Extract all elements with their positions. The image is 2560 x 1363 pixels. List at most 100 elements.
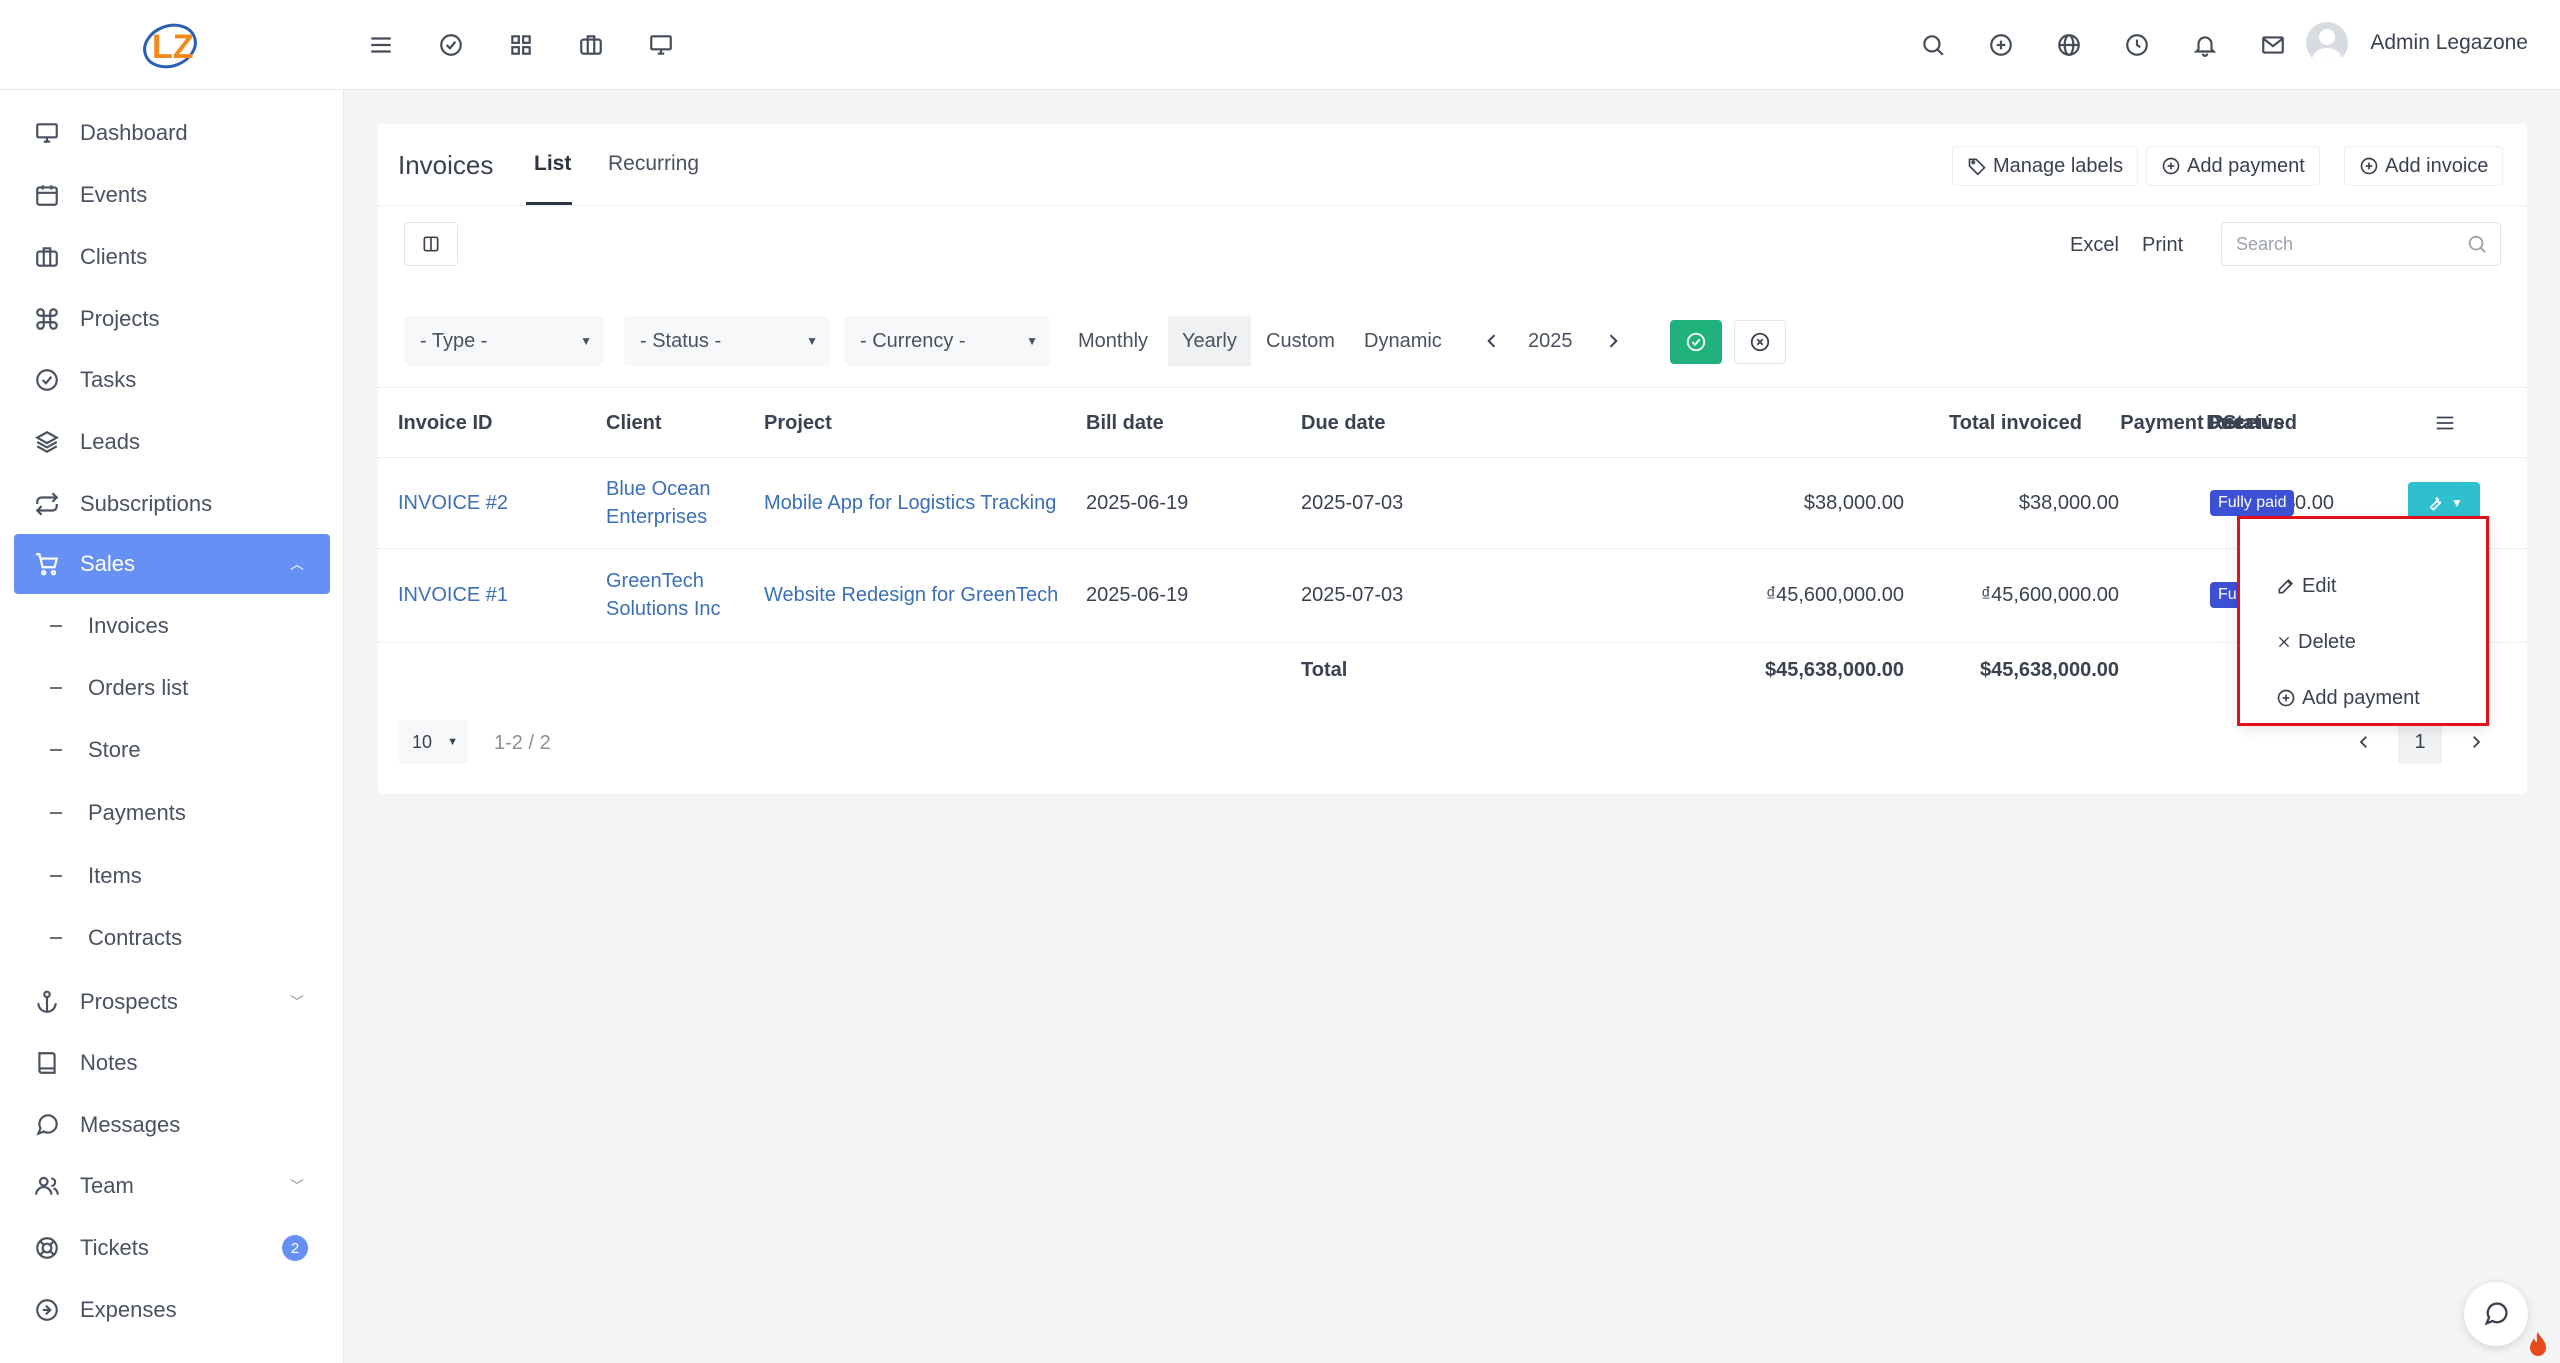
- tab-recurring[interactable]: Recurring: [608, 152, 699, 176]
- dash-icon: [50, 812, 62, 814]
- sidebar-item-label: Sales: [80, 551, 136, 576]
- bill-date: 2025-06-19: [1086, 584, 1189, 606]
- sidebar-item-notes[interactable]: Notes: [14, 1033, 330, 1093]
- highlight-box: [2237, 516, 2489, 726]
- period-custom[interactable]: Custom: [1252, 316, 1349, 366]
- type-filter[interactable]: - Type - ▼: [404, 316, 604, 366]
- sidebar-item-messages[interactable]: Messages: [14, 1095, 330, 1155]
- header-status[interactable]: Status: [2223, 412, 2284, 435]
- prev-page-button[interactable]: [2342, 720, 2386, 764]
- sidebar-item-label: Leads: [80, 429, 140, 454]
- currency-filter[interactable]: - Currency - ▼: [844, 316, 1050, 366]
- chevron-down-icon: ▼: [1026, 334, 1038, 348]
- clock-icon[interactable]: [2120, 25, 2154, 65]
- add-invoice-button[interactable]: Add invoice: [2344, 146, 2504, 186]
- period-dynamic[interactable]: Dynamic: [1350, 316, 1456, 366]
- sidebar-subitem-invoices[interactable]: Invoices: [14, 598, 330, 654]
- mail-icon[interactable]: [2256, 25, 2290, 65]
- chevron-down-icon: ▼: [806, 334, 818, 348]
- sidebar-item-leads[interactable]: Leads: [14, 412, 330, 472]
- bell-icon[interactable]: [2188, 25, 2222, 65]
- total-label: Total: [1301, 659, 1348, 681]
- sidebar-item-prospects[interactable]: Prospects ﹀: [14, 972, 330, 1032]
- apply-filter-button[interactable]: [1670, 320, 1722, 364]
- period-yearly[interactable]: Yearly: [1168, 316, 1251, 366]
- sidebar-subitem-store[interactable]: Store: [14, 722, 330, 778]
- row-divider: [378, 642, 2527, 643]
- project-link[interactable]: Website Redesign for GreenTech: [764, 581, 1058, 609]
- excel-button[interactable]: Excel: [2070, 234, 2119, 257]
- column-menu-icon[interactable]: [2434, 412, 2456, 434]
- header-invoice-id[interactable]: Invoice ID: [398, 412, 492, 435]
- sidebar-subitem-contracts[interactable]: Contracts: [14, 910, 330, 966]
- period-monthly[interactable]: Monthly: [1064, 316, 1162, 366]
- sidebar-item-dashboard[interactable]: Dashboard: [14, 103, 330, 163]
- project-link[interactable]: Mobile App for Logistics Tracking: [764, 489, 1056, 517]
- sidebar-subitem-orders-list[interactable]: Orders list: [14, 660, 330, 716]
- pager-info: 1-2 / 2: [494, 732, 551, 754]
- invoice-id-link[interactable]: INVOICE #1: [398, 581, 508, 609]
- sidebar-subitem-payments[interactable]: Payments: [14, 785, 330, 841]
- sidebar-item-expenses[interactable]: Expenses: [14, 1280, 330, 1340]
- sidebar-item-subscriptions[interactable]: Subscriptions: [14, 474, 330, 534]
- tab-list[interactable]: List: [534, 152, 571, 176]
- sidebar-item-tickets[interactable]: Tickets 2: [14, 1218, 330, 1278]
- search-icon[interactable]: [1916, 25, 1950, 65]
- sidebar-item-tasks[interactable]: Tasks: [14, 350, 330, 410]
- search-input[interactable]: Search: [2221, 222, 2501, 266]
- user-menu[interactable]: Admin Legazone: [2306, 22, 2528, 64]
- sidebar-item-clients[interactable]: Clients: [14, 227, 330, 287]
- check-circle-icon[interactable]: [434, 25, 468, 65]
- globe-icon[interactable]: [2052, 25, 2086, 65]
- client-link[interactable]: GreenTech Solutions Inc: [606, 567, 721, 623]
- client-link[interactable]: Blue Ocean Enterprises: [606, 475, 711, 531]
- status-filter[interactable]: - Status - ▼: [624, 316, 830, 366]
- print-button[interactable]: Print: [2142, 234, 2183, 257]
- grid-icon[interactable]: [504, 25, 538, 65]
- sidebar-item-label: Clients: [80, 244, 148, 269]
- header-due-date[interactable]: Due date: [1301, 412, 1385, 435]
- row-divider: [378, 457, 2527, 458]
- header-total-invoiced[interactable]: Total invoiced: [1949, 412, 2082, 435]
- layers-icon: [35, 431, 59, 453]
- sidebar-item-label: Notes: [80, 1050, 138, 1075]
- clear-filter-button[interactable]: [1734, 320, 1786, 364]
- invoice-id-link[interactable]: INVOICE #2: [398, 489, 508, 517]
- chevron-down-icon: ﹀: [290, 994, 304, 1010]
- row-divider: [378, 548, 2527, 549]
- chevron-left-icon[interactable]: [1482, 331, 1502, 351]
- header-bill-date[interactable]: Bill date: [1086, 412, 1164, 435]
- sidebar-subitem-label: Items: [88, 863, 142, 888]
- plus-circle-icon[interactable]: [1984, 25, 2018, 65]
- check-circle-icon: [36, 369, 58, 391]
- sidebar-item-events[interactable]: Events: [14, 165, 330, 225]
- svg-text:LZ: LZ: [152, 28, 194, 66]
- next-page-button[interactable]: [2454, 720, 2498, 764]
- header-due[interactable]: Due: [2096, 412, 2244, 435]
- menu-toggle-icon[interactable]: [364, 25, 398, 65]
- client-line1: Blue Ocean: [606, 478, 711, 500]
- chat-button[interactable]: [2464, 1282, 2528, 1346]
- message-icon: [36, 1114, 58, 1136]
- sidebar-item-projects[interactable]: Projects: [14, 289, 330, 349]
- header-project[interactable]: Project: [764, 412, 832, 435]
- total-invoiced-sum: $45,638,000.00: [1764, 659, 1904, 681]
- add-payment-button[interactable]: Add payment: [2146, 146, 2320, 186]
- header-client[interactable]: Client: [606, 412, 662, 435]
- sidebar-item-team[interactable]: Team ﹀: [14, 1156, 330, 1216]
- column-toggle-button[interactable]: [404, 222, 458, 266]
- sidebar-item-sales[interactable]: Sales ︿: [14, 534, 330, 594]
- page-size-select[interactable]: 10 ▼: [398, 720, 468, 764]
- briefcase-icon[interactable]: [574, 25, 608, 65]
- dash-icon: [50, 937, 62, 939]
- table-toolbar: Excel Print Search: [378, 206, 2527, 292]
- app-logo[interactable]: LZ: [138, 12, 202, 76]
- user-name: Admin Legazone: [2370, 31, 2528, 54]
- monitor-icon[interactable]: [644, 25, 678, 65]
- sidebar-item-label: Tickets: [80, 1235, 149, 1260]
- chevron-right-icon[interactable]: [1603, 331, 1623, 351]
- page-number[interactable]: 1: [2398, 720, 2442, 764]
- manage-labels-button[interactable]: Manage labels: [1952, 146, 2139, 186]
- sidebar-subitem-items[interactable]: Items: [14, 848, 330, 904]
- sidebar-item-label: Dashboard: [80, 120, 188, 145]
